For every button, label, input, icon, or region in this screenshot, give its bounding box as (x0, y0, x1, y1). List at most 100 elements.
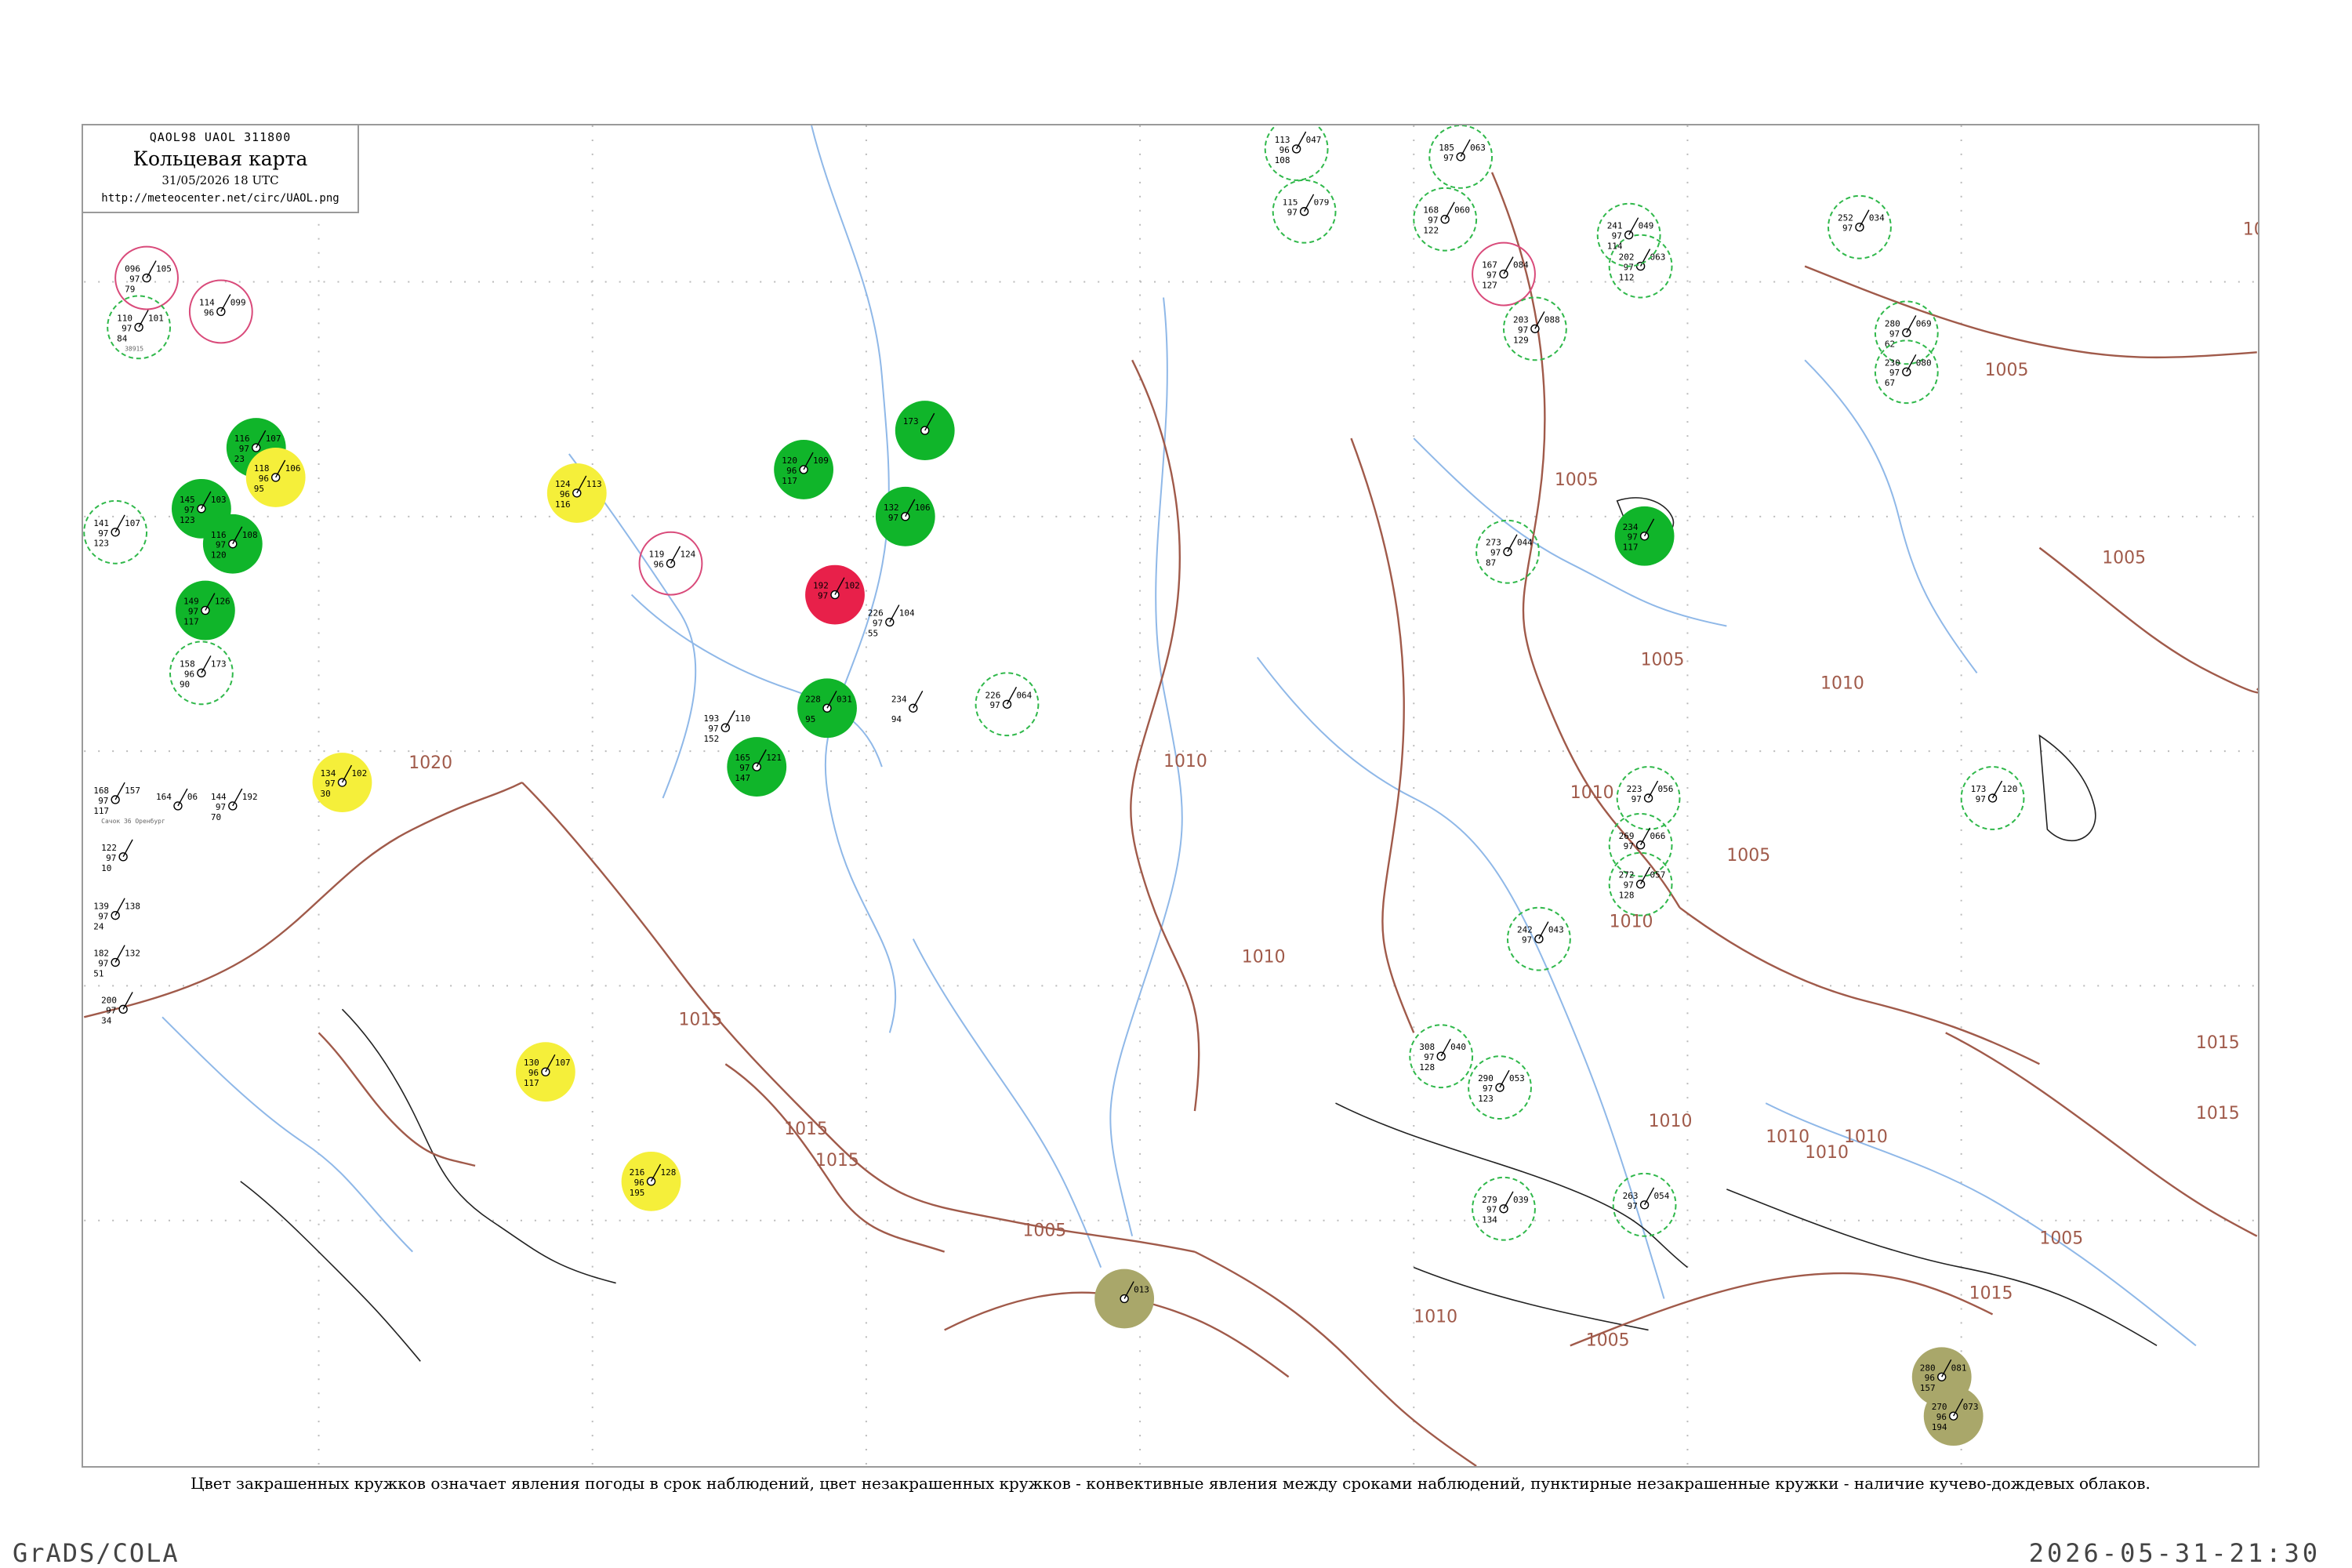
station-plot[interactable]: 252 034 97 (1828, 194, 1892, 260)
station-plot[interactable]: 192 102 97 (805, 564, 865, 625)
station-plot[interactable]: 149 126 97117 (175, 580, 235, 641)
station-plot[interactable]: 118 106 9695 (245, 448, 306, 507)
station-plot[interactable]: 173 120 97 (1960, 766, 2025, 830)
station-temp: 97 (98, 796, 108, 806)
station-plot[interactable]: 280 0699762 (1874, 300, 1939, 365)
station-dewpoint: 157 (1920, 1383, 1936, 1393)
station-plot[interactable]: 144 192 9770 (211, 788, 258, 822)
station-plot[interactable]: 132 106 97 (875, 486, 935, 546)
station-value: 066 (1650, 831, 1666, 841)
station-plot[interactable]: 279 039 97134 (1472, 1176, 1536, 1241)
isobar-label: 1015 (784, 1120, 828, 1139)
station-pressure: 223 (1627, 784, 1642, 794)
station-temp: 97 (129, 274, 140, 285)
station-plot[interactable]: 216 128 96195 (621, 1151, 681, 1211)
station-pressure: 182 (93, 949, 109, 959)
station-plot[interactable]: 230 080 9767 (1874, 339, 1939, 405)
station-dewpoint: 95 (805, 714, 815, 724)
station-temp: 97 (1486, 1205, 1497, 1215)
station-plot[interactable]: 193 110 97152 (703, 710, 750, 744)
station-plot[interactable]: 223 056 97 (1616, 766, 1681, 830)
wind-barb-icon (1507, 534, 1518, 553)
station-plot[interactable]: 290 053 97123 (1468, 1055, 1532, 1120)
station-plot[interactable]: 234 94 (891, 690, 924, 724)
station-plot[interactable]: 130 107 96117 (515, 1042, 575, 1102)
station-temp: 97 (1624, 880, 1634, 891)
station-pressure: 139 (93, 902, 109, 912)
station-dewpoint: 108 (1275, 155, 1290, 165)
station-plot[interactable]: 113 047 96108 (1264, 125, 1329, 181)
station-plot[interactable]: 228 031 95 (797, 678, 857, 739)
station-plot[interactable]: 164 06 (156, 788, 198, 811)
station-value: 103 (211, 495, 227, 505)
station-plot[interactable]: 120 109 96117 (774, 440, 834, 499)
station-plot[interactable]: 226 104 9755 (868, 604, 915, 639)
station-plot[interactable]: 168 060 97122 (1413, 187, 1478, 252)
wind-barb-icon (1503, 256, 1514, 274)
station-temp: 97 (216, 540, 226, 550)
isobar-label: 1010 (1844, 1127, 1888, 1147)
station-plot[interactable]: 096 105 9779 (114, 245, 179, 310)
station-plot[interactable]: 168 157 97117Сачок 36 Оренбург (93, 782, 165, 825)
station-pressure: 118 (254, 463, 270, 474)
station-value: 113 (586, 479, 602, 489)
station-plot[interactable]: 308 040 97128 (1409, 1024, 1474, 1089)
wind-barb-icon (1639, 827, 1651, 846)
station-plot[interactable]: 115 079 97 (1272, 179, 1337, 244)
station-plot[interactable]: 1229710 (101, 839, 133, 873)
station-plot[interactable]: 134 102 9730 (312, 753, 372, 812)
station-plot[interactable]: 139 138 9724 (93, 898, 140, 932)
station-value: 132 (125, 949, 140, 959)
station-plot[interactable]: 141 107 97123 (83, 499, 148, 564)
station-plot[interactable]: 173 (895, 401, 955, 461)
station-plot[interactable]: 119 124 96 (638, 531, 703, 596)
station-plot[interactable]: 263 054 97 (1612, 1172, 1677, 1237)
station-plot[interactable]: 273 044 9787 (1475, 519, 1540, 584)
station-dewpoint: 129 (1513, 335, 1529, 345)
station-value: 106 (285, 463, 301, 474)
station-plot[interactable]: 158 173 9690 (169, 641, 234, 706)
station-plot[interactable]: 124 113 96116 (546, 463, 607, 523)
source-url[interactable]: http://meteocenter.net/circ/UAOL.png (83, 192, 358, 205)
isobar-label: 1010 (1414, 1307, 1457, 1327)
stations: 096 1059779110 101978438915114 09996116 1079… (83, 125, 2025, 1446)
station-plot[interactable]: 269 066 97 (1608, 812, 1673, 877)
station-pressure: 144 (211, 792, 227, 802)
station-plot[interactable]: 165 121 97147 (727, 737, 787, 797)
station-value: 108 (242, 530, 258, 540)
station-dot-icon (1530, 324, 1540, 334)
station-value: 106 (915, 503, 931, 513)
station-dewpoint: 87 (1486, 558, 1496, 568)
station-plot[interactable]: 270 073 96194 (1923, 1386, 1984, 1446)
station-value: 057 (1650, 870, 1666, 880)
station-pressure: 116 (211, 530, 227, 540)
isobar-label: 1005 (1586, 1330, 1630, 1350)
isobar-label: 1015 (815, 1151, 859, 1171)
isobar-label: 1010 (1649, 1112, 1693, 1131)
station-plot[interactable]: 272 057 97128 (1608, 851, 1673, 916)
station-value: 128 (661, 1167, 677, 1178)
station-plot[interactable]: 114 099 96 (188, 279, 253, 344)
station-pressure: 110 (117, 313, 132, 323)
station-plot[interactable]: 226 064 97 (975, 672, 1040, 737)
station-pressure: 185 (1439, 143, 1454, 153)
station-temp: 97 (239, 444, 249, 454)
station-plot[interactable]: 242 043 97 (1506, 906, 1571, 971)
station-plot[interactable]: 185 063 97 (1428, 125, 1494, 189)
station-pressure: 173 (903, 416, 919, 426)
station-plot[interactable]: 203 088 97129 (1503, 296, 1567, 361)
station-temp: 97 (888, 513, 898, 523)
station-temp: 97 (98, 958, 108, 968)
station-plot[interactable]: 013 (1094, 1269, 1155, 1329)
station-dewpoint: 152 (703, 734, 719, 744)
wind-barb-icon (1538, 921, 1549, 939)
station-dewpoint: 94 (891, 714, 902, 724)
isobar-label: 1005 (2039, 1229, 2083, 1249)
station-pressure: 164 (156, 792, 172, 802)
station-plot[interactable]: 116 108 97120 (202, 514, 263, 574)
station-value: 081 (1951, 1363, 1967, 1373)
station-plot[interactable]: 182 132 9751 (93, 945, 140, 979)
station-temp: 97 (1483, 1083, 1493, 1094)
station-plot[interactable]: 23497117 (1614, 506, 1675, 566)
station-dot-icon (822, 703, 832, 713)
